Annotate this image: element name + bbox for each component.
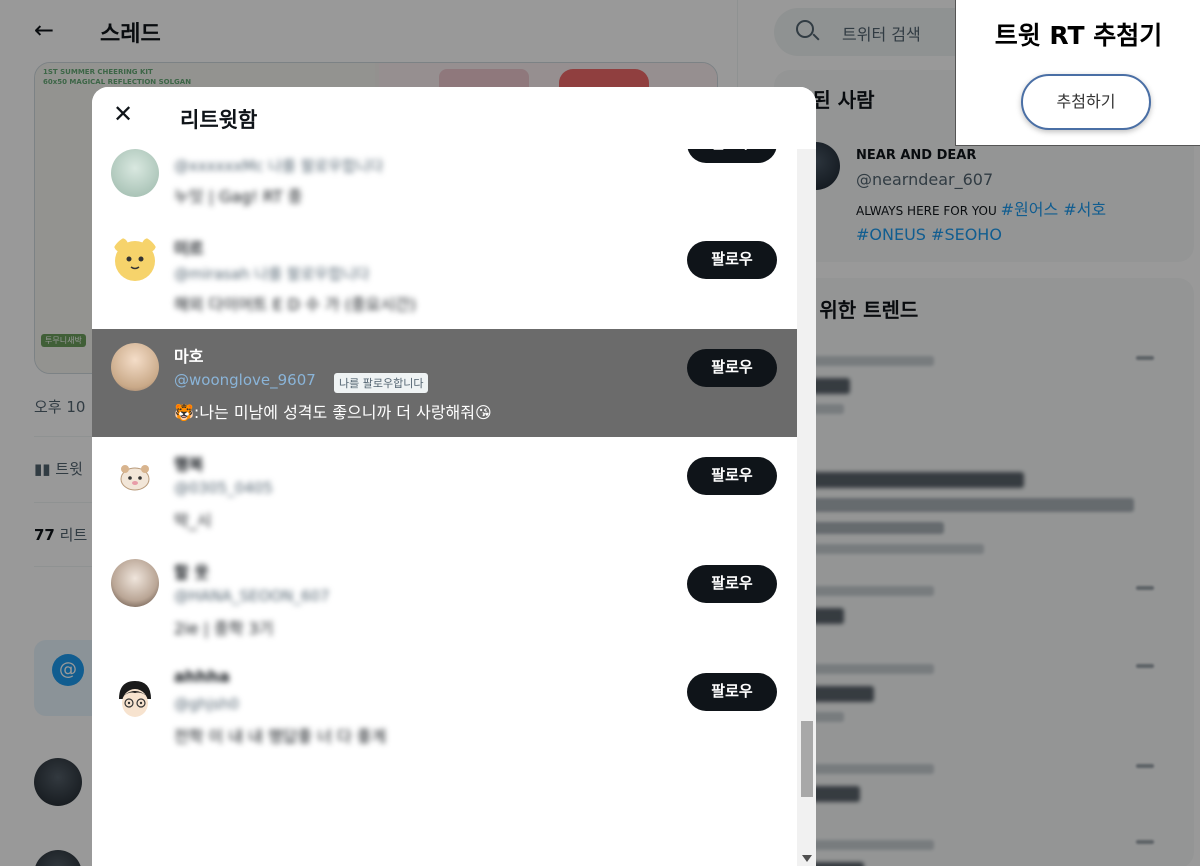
draw-button[interactable]: 추첨하기	[1021, 74, 1151, 130]
follow-button[interactable]: 팔로우	[687, 565, 777, 603]
follow-button[interactable]: 팔로우	[687, 241, 777, 279]
avatar[interactable]	[111, 149, 159, 197]
scrollbar[interactable]	[797, 87, 816, 866]
list-item[interactable]: 미르 @mirasah 나를 팔로우합니다 해외 다이어트 E D 수 가 (중…	[92, 221, 797, 329]
user-display-name[interactable]: 행복	[174, 451, 203, 475]
avatar[interactable]	[111, 675, 159, 723]
scroll-down-icon[interactable]	[802, 855, 812, 862]
follows-you-badge: 나를 팔로우합니다	[334, 373, 429, 393]
user-handle: @HANA_SEOON_607	[174, 587, 330, 605]
follow-button[interactable]: 팔로우	[687, 457, 777, 495]
extension-popup: 트윗 RT 추첨기 추첨하기	[955, 0, 1200, 146]
hamster-avatar-icon	[120, 465, 150, 491]
retweets-modal: @xxxxxxMc 나를 팔로우합니다 누잇 | Gag! RT 중 팔로우 미…	[92, 87, 816, 866]
user-bio: 2ie | 중학 3기	[174, 619, 274, 638]
extension-title: 트윗 RT 추첨기	[994, 21, 1163, 50]
user-bio: 해외 다이어트 E D 수 가 (중요시간)	[174, 295, 417, 314]
hamster-avatar-icon	[114, 238, 156, 281]
user-bio: 전학 이 내 내 행답좋 너 다 좋게	[174, 727, 387, 746]
close-icon[interactable]: ✕	[112, 102, 134, 126]
modal-header: ✕ 리트윗함	[92, 87, 816, 149]
cartoon-avatar-icon	[119, 681, 151, 717]
user-display-name[interactable]: ahhha	[174, 667, 230, 686]
modal-title: 리트윗함	[180, 108, 258, 132]
avatar[interactable]	[111, 235, 159, 283]
user-display-name[interactable]: 미르	[174, 235, 203, 259]
avatar[interactable]	[111, 559, 159, 607]
user-handle: @mirasah 나를 팔로우합니다	[174, 265, 370, 283]
follow-button[interactable]: 팔로우	[687, 349, 777, 387]
user-bio: 막_시	[174, 511, 212, 530]
user-bio: 누잇 | Gag! RT 중	[174, 187, 303, 206]
user-handle: @xxxxxxMc 나를 팔로우합니다	[174, 157, 384, 175]
user-bio: 🐯:나는 미남에 성격도 좋으니까 더 사랑해줘😘	[174, 403, 492, 422]
list-item[interactable]: ahhha @ghjsh0 전학 이 내 내 행답좋 너 다 좋게 팔로우	[92, 653, 797, 761]
list-item[interactable]: 할 웃 @HANA_SEOON_607 2ie | 중학 3기 팔로우	[92, 545, 797, 653]
user-display-name[interactable]: 마호	[174, 343, 203, 367]
user-handle: @woonglove_9607	[174, 371, 316, 389]
scrollbar-thumb[interactable]	[801, 721, 813, 797]
follow-button[interactable]: 팔로우	[687, 673, 777, 711]
list-item[interactable]: 행복 @0305_0405 막_시 팔로우	[92, 437, 797, 545]
retweeters-list: @xxxxxxMc 나를 팔로우합니다 누잇 | Gag! RT 중 팔로우 미…	[92, 87, 797, 866]
avatar[interactable]	[111, 451, 159, 499]
user-display-name[interactable]: 할 웃	[174, 559, 209, 583]
user-handle: @0305_0405	[174, 479, 273, 497]
avatar[interactable]	[111, 343, 159, 391]
user-handle: @ghjsh0	[174, 695, 240, 713]
list-item[interactable]: 마호 @woonglove_9607 나를 팔로우합니다 🐯:나는 미남에 성격…	[92, 329, 797, 437]
